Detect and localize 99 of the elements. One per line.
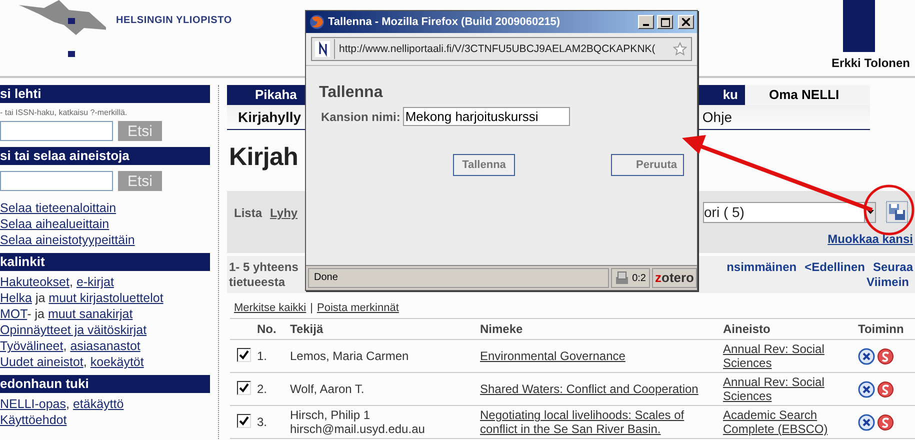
link-separator: ,	[69, 275, 74, 289]
sidebar-link[interactable]: Työvälineet	[0, 339, 64, 353]
sidebar-link[interactable]: Hakuteokset	[0, 275, 70, 289]
source-link[interactable]: Academic Search Complete (EBSCO)	[723, 408, 854, 436]
tray-icon	[615, 271, 630, 285]
search-hint: - tai ISSN-haku, katkaisu ?-merkillä.	[0, 108, 128, 117]
save-button[interactable]: Tallenna	[453, 154, 515, 176]
sfx-icon[interactable]	[877, 348, 894, 364]
edit-folder-link[interactable]: Muokkaa kansi	[828, 232, 913, 246]
sidebar-link[interactable]: Uudet aineistot	[0, 355, 84, 369]
sidebar-link[interactable]: asiasanastot	[70, 339, 140, 353]
sidebar-link[interactable]: etäkäyttö	[72, 397, 124, 411]
author-cell: Hirsch, Philip 1 hirsch@mail.usyd.edu.au	[290, 408, 425, 436]
column-header: No.	[255, 318, 288, 340]
column-header: Tekijä	[288, 318, 478, 340]
link-separator: ,	[66, 397, 70, 411]
site-icon	[312, 39, 335, 59]
university-name: HELSINGIN YLIOPISTO	[116, 15, 232, 26]
link-separator: - ja	[27, 307, 46, 321]
row-number: 2.	[257, 382, 268, 396]
link-separator: ,	[83, 355, 88, 369]
sfx-icon[interactable]	[877, 414, 894, 430]
link-separator: |	[310, 302, 313, 314]
link-separator: ja	[34, 291, 46, 305]
status-text: Done	[308, 268, 610, 288]
close-icon	[682, 18, 690, 26]
zotero-button[interactable]: zotero	[652, 268, 697, 288]
section-header: si lehti	[0, 85, 210, 103]
sidebar-link[interactable]: Käyttöehdot	[0, 413, 67, 427]
view-link[interactable]: Lyhy	[270, 206, 298, 220]
user-name: Erkki Tolonen	[832, 56, 910, 70]
sfx-icon[interactable]	[877, 380, 894, 398]
star-icon[interactable]	[673, 42, 687, 56]
nav-tab[interactable]: ku	[694, 85, 745, 105]
address-bar[interactable]: http://www.nelliportaali.fi/V/3CTNFU5UBCJ9AELAM2BQCKAPKNK(	[311, 37, 692, 61]
header-block	[843, 0, 875, 52]
circle-annotation	[864, 184, 914, 236]
row-number: 3.	[257, 415, 268, 429]
title-link[interactable]: Shared Waters: Conflict and Cooperation	[480, 382, 698, 396]
remove-icon[interactable]	[858, 414, 875, 430]
column-header: Toiminn	[856, 318, 915, 340]
row-checkbox[interactable]	[237, 348, 251, 362]
sidebar-link[interactable]: MOT	[0, 307, 28, 321]
row-number: 1.	[257, 349, 268, 363]
sidebar-link[interactable]: Opinnäytteet ja väitöskirjat	[0, 323, 147, 337]
column-header: Aineisto	[721, 318, 856, 340]
sidebar-link[interactable]: e-kirjat	[76, 275, 114, 289]
nav-tab[interactable]: Pikaha	[227, 85, 304, 105]
download-counter[interactable]: 0:2	[611, 268, 650, 288]
remove-icon[interactable]	[858, 348, 875, 364]
column-header: Nimeke	[478, 318, 721, 340]
pager-link[interactable]: <Edellinen	[804, 260, 865, 275]
result-count: 1- 5 yhteens tietueesta	[229, 260, 298, 291]
mark-all-link[interactable]: Merkitse kaikki	[234, 302, 306, 314]
dialog-heading: Tallenna	[319, 84, 384, 102]
clear-marks-link[interactable]: Poista merkinnät	[316, 302, 399, 314]
save-icon[interactable]	[886, 201, 908, 223]
search-field[interactable]	[0, 171, 113, 191]
sidebar-link[interactable]: muut sanakirjat	[48, 307, 133, 321]
sidebar-link[interactable]: NELLI-opas	[0, 397, 66, 411]
pager-link[interactable]: Viimein	[866, 275, 909, 290]
author-cell: Wolf, Aaron T.	[290, 382, 364, 396]
title-link[interactable]: Environmental Governance	[480, 349, 626, 363]
cancel-button[interactable]: Peruuta	[611, 154, 684, 176]
pager-link[interactable]: Seuraa	[872, 260, 913, 275]
sub-tab[interactable]: Kirjahylly	[238, 109, 302, 125]
browser-icon	[309, 14, 325, 30]
row-checkbox[interactable]	[237, 414, 251, 428]
caret-icon	[866, 210, 874, 214]
pager-link[interactable]: nsimmäinen	[726, 260, 797, 275]
sidebar-link[interactable]: Selaa tieteenaloittain	[0, 201, 116, 215]
link-separator: ,	[63, 339, 68, 353]
page-heading: Kirjah	[229, 142, 298, 173]
sidebar-link[interactable]: Selaa aihealueittain	[0, 217, 110, 231]
sidebar-link[interactable]: Selaa aineistotyypeittäin	[0, 233, 135, 247]
sidebar-link[interactable]: Helka	[0, 291, 32, 305]
section-header: edonhaun tuki	[0, 375, 210, 393]
section-header: kalinkit	[0, 253, 210, 271]
nav-tab[interactable]: Oma NELLI	[745, 85, 870, 105]
window-title: Tallenna - Mozilla Firefox (Build 2009060215)	[328, 16, 562, 28]
close-button[interactable]	[678, 15, 694, 29]
field-label: Kansion nimi:	[321, 110, 400, 124]
folder-select[interactable]: ori ( 5)	[703, 202, 876, 222]
maximize-button[interactable]	[657, 15, 673, 29]
minimize-button[interactable]	[638, 15, 654, 29]
source-link[interactable]: Annual Rev: Social Sciences	[723, 375, 854, 403]
folder-name-field[interactable]: Mekong harjoituskurssi	[403, 107, 570, 126]
maximize-icon	[660, 18, 670, 26]
sidebar-link[interactable]: muut kirjastoluettelot	[48, 291, 164, 305]
author-cell: Lemos, Maria Carmen	[290, 349, 409, 363]
search-field[interactable]	[0, 121, 113, 141]
sidebar-link[interactable]: koekäytöt	[90, 355, 144, 369]
section-header: si tai selaa aineistoja	[0, 147, 210, 165]
row-checkbox[interactable]	[237, 380, 251, 394]
source-link[interactable]: Annual Rev: Social Sciences	[723, 342, 854, 370]
sub-tab[interactable]: Ohje	[702, 109, 732, 125]
remove-icon[interactable]	[858, 380, 875, 398]
view-label: Lista	[234, 206, 262, 220]
title-link[interactable]: Negotiating local livelihoods: Scales of conflict in the Se San River Basin.	[480, 408, 719, 436]
